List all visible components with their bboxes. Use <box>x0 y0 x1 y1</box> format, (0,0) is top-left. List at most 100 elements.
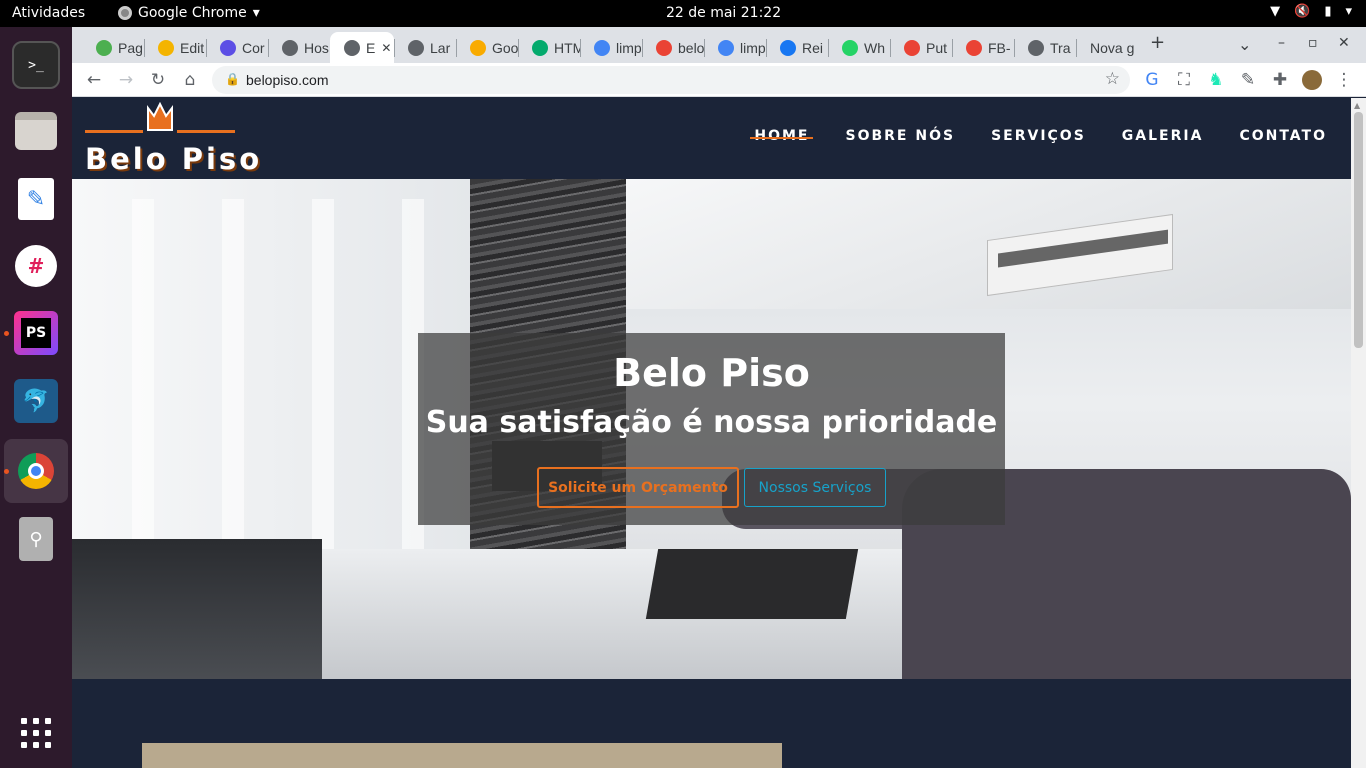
google-icon <box>594 39 610 56</box>
chrome-icon[interactable] <box>12 447 60 495</box>
show-applications-icon[interactable] <box>12 709 60 757</box>
browser-tab[interactable]: limp <box>704 32 766 63</box>
reload-button[interactable]: ↻ <box>146 68 170 92</box>
text-editor-icon[interactable]: ✎ <box>12 175 60 223</box>
tab-strip: Pag Edit Cor Hos E ✕ Lar Goo HTM limp belo limp Rei W… <box>72 27 1366 63</box>
app-menu[interactable]: Google Chrome ▾ <box>118 5 260 21</box>
nav-sobre-nos[interactable]: SOBRE NÓS <box>845 128 955 144</box>
nav-servicos[interactable]: SERVIÇOS <box>991 128 1086 144</box>
browser-tab[interactable]: Rei <box>766 32 828 63</box>
browser-tab[interactable]: HTM <box>518 32 580 63</box>
google-icon <box>718 39 734 56</box>
new-tab-button[interactable]: + <box>1150 32 1165 53</box>
maps-icon <box>656 39 672 56</box>
bookmark-star-icon[interactable]: ☆ <box>1105 69 1120 89</box>
our-services-button[interactable]: Nossos Serviços <box>744 468 886 507</box>
browser-tab[interactable]: Pag <box>82 32 144 63</box>
screenshot-icon[interactable]: ⛶ <box>1172 68 1196 92</box>
main-nav: HOME SOBRE NÓS SERVIÇOS GALERIA CONTATO <box>750 128 1327 144</box>
mysql-workbench-icon[interactable]: 🐬 <box>12 377 60 425</box>
chrome-mini-icon <box>118 6 132 20</box>
maximize-button[interactable]: ▫ <box>1308 35 1318 51</box>
close-window-button[interactable]: ✕ <box>1338 35 1350 51</box>
facebook-icon <box>780 39 796 56</box>
tab-title: FB- <box>988 39 1011 56</box>
address-bar[interactable]: 🔒 belopiso.com ☆ <box>212 66 1130 94</box>
w3-icon <box>532 39 548 56</box>
request-quote-button[interactable]: Solicite um Orçamento <box>537 467 739 508</box>
hero-subtitle: Sua satisfação é nossa prioridade <box>425 405 998 440</box>
clock[interactable]: 22 de mai 21:22 <box>666 5 781 21</box>
next-section-card <box>142 743 782 768</box>
chevron-down-icon: ▾ <box>252 5 260 21</box>
nav-galeria[interactable]: GALERIA <box>1122 128 1204 144</box>
browser-tab[interactable]: Lar <box>394 32 456 63</box>
web-page: Belo Piso HOME SOBRE NÓS SERVIÇOS GALERI… <box>72 98 1351 768</box>
running-indicator <box>4 331 9 336</box>
logo-text: Belo Piso <box>85 142 263 176</box>
tab-title: Nova g <box>1090 39 1135 56</box>
tab-title: Lar <box>430 39 451 56</box>
home-button[interactable]: ⌂ <box>178 68 202 92</box>
browser-tab[interactable]: Tra <box>1014 32 1076 63</box>
system-tray[interactable]: ▼ 🔇 ▮ ▾ <box>1270 4 1352 19</box>
nav-home[interactable]: HOME <box>750 128 814 144</box>
hero-section: Belo Piso Sua satisfação é nossa priorid… <box>72 179 1351 679</box>
browser-tab[interactable]: Hos <box>268 32 330 63</box>
scrollbar-thumb[interactable] <box>1354 112 1363 348</box>
browser-tab[interactable]: Nova g <box>1076 32 1138 63</box>
site-header: Belo Piso HOME SOBRE NÓS SERVIÇOS GALERI… <box>72 98 1351 179</box>
phpstorm-icon[interactable]: PS <box>12 309 60 357</box>
tab-title: belo <box>678 39 704 56</box>
url-text[interactable]: belopiso.com <box>246 72 329 88</box>
page-scrollbar[interactable]: ▲ <box>1351 98 1366 768</box>
battery-icon: ▮ <box>1324 4 1332 19</box>
translate-icon[interactable]: G <box>1140 68 1164 92</box>
menu-kebab-icon[interactable]: ⋮ <box>1332 68 1356 92</box>
usb-drive-icon[interactable]: ⚲ <box>12 515 60 563</box>
app-name: Google Chrome <box>138 5 247 21</box>
tab-title: E <box>366 39 376 56</box>
scroll-up-arrow-icon[interactable]: ▲ <box>1354 101 1360 110</box>
system-top-bar: Atividades Google Chrome ▾ 22 de mai 21:… <box>0 0 1366 27</box>
site-logo[interactable]: Belo Piso <box>85 102 259 178</box>
browser-tab[interactable]: E ✕ <box>330 32 394 63</box>
globe-icon <box>408 39 424 56</box>
extension-icon[interactable]: ♞ <box>1204 68 1228 92</box>
browser-tab[interactable]: Put <box>890 32 952 63</box>
tab-title: Goo <box>492 39 518 56</box>
wifi-icon: ▼ <box>1270 4 1281 19</box>
logo-bar-right <box>177 130 235 133</box>
back-button[interactable]: ← <box>82 68 106 92</box>
nav-contato[interactable]: CONTATO <box>1239 128 1327 144</box>
dock: >_ ✎ # PS 🐬 ⚲ <box>0 27 72 768</box>
browser-tab[interactable]: Edit <box>144 32 206 63</box>
eyedropper-extension-icon[interactable]: ✎ <box>1236 68 1260 92</box>
volume-icon: 🔇 <box>1294 4 1311 19</box>
browser-tab[interactable]: belo <box>642 32 704 63</box>
activities-button[interactable]: Atividades <box>12 5 85 21</box>
browser-tab[interactable]: Wh <box>828 32 890 63</box>
h-icon <box>220 39 236 56</box>
close-tab-icon[interactable]: ✕ <box>381 41 391 55</box>
gmail-icon <box>966 39 982 56</box>
profile-avatar[interactable] <box>1300 68 1324 92</box>
forward-button[interactable]: → <box>114 68 138 92</box>
minimize-button[interactable]: – <box>1278 35 1285 51</box>
browser-tab[interactable]: FB- <box>952 32 1014 63</box>
files-icon[interactable] <box>12 107 60 155</box>
slack-icon[interactable]: # <box>12 242 60 290</box>
browser-tab[interactable]: limp <box>580 32 642 63</box>
logo-bar-left <box>85 130 143 133</box>
tab-search-icon[interactable]: ⌄ <box>1238 35 1251 54</box>
terminal-icon[interactable]: >_ <box>12 41 60 89</box>
running-indicator <box>4 469 9 474</box>
lock-icon[interactable]: 🔒 <box>225 72 240 86</box>
globe-icon <box>1028 39 1044 56</box>
browser-tab[interactable]: Goo <box>456 32 518 63</box>
extensions-puzzle-icon[interactable]: ✚ <box>1268 68 1292 92</box>
tab-title: Hos <box>304 39 329 56</box>
gmail-icon <box>904 39 920 56</box>
browser-tab[interactable]: Cor <box>206 32 268 63</box>
tab-title: limp <box>616 39 642 56</box>
